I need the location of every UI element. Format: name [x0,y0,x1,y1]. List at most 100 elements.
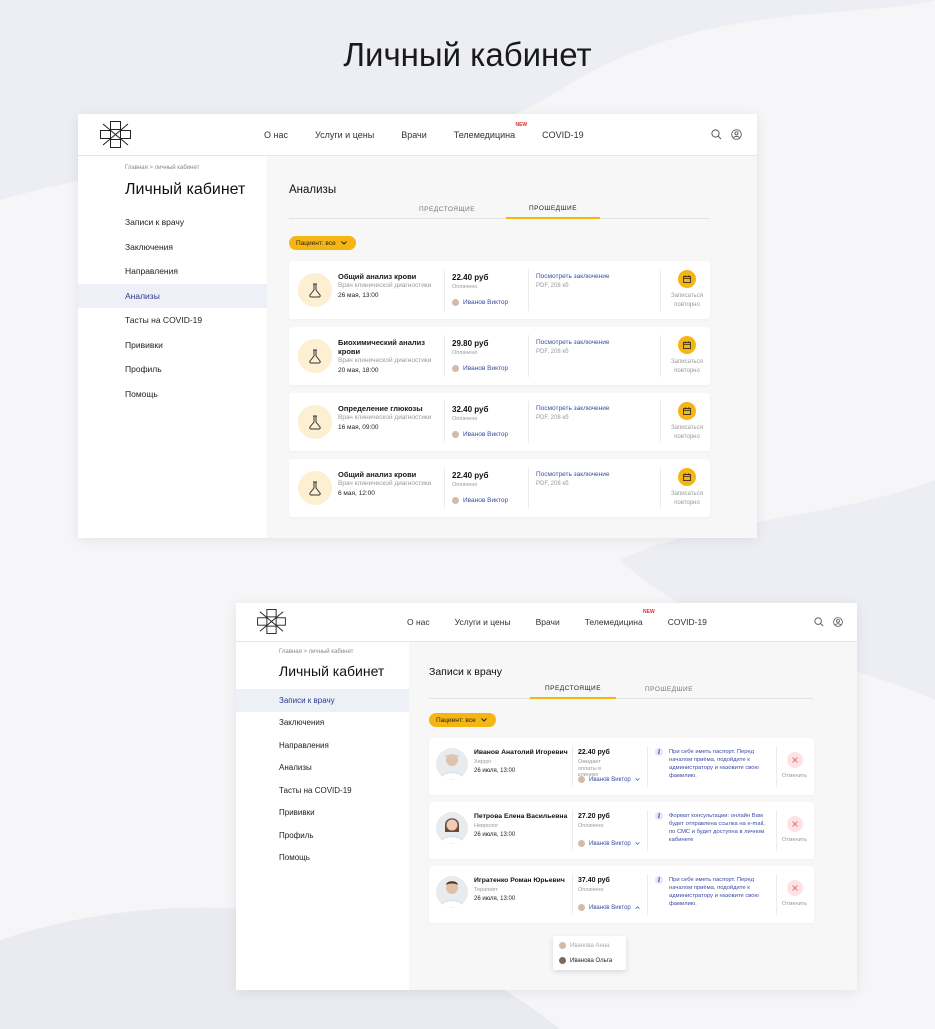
view-conclusion-link[interactable]: Посмотреть заключение [536,405,610,412]
patient-name[interactable]: Иванов Виктор [452,365,508,372]
patient-name[interactable]: Иванов Виктор [452,299,508,306]
calendar-icon[interactable] [678,336,696,354]
user-icon[interactable] [731,129,742,140]
divider [572,874,573,915]
divider [572,746,573,787]
cancel-label[interactable]: Отменить [782,837,807,843]
file-info: PDF, 208 кб [536,415,569,421]
patient-name[interactable]: Иванов Виктор [452,497,508,504]
view-conclusion-link[interactable]: Посмотреть заключение [536,339,610,346]
sidebar-item-vaccinations[interactable]: Прививки [78,333,267,358]
sidebar-item-analyses[interactable]: Анализы [236,757,409,780]
doctor-specialty: Терапевт [474,887,498,893]
chevron-up-icon [635,906,640,909]
avatar [578,904,585,911]
sidebar-item-help[interactable]: Помощь [236,847,409,870]
nav-telemedicine[interactable]: Телемедицина NEW [585,609,655,627]
nav-covid[interactable]: COVID-19 [668,617,707,627]
rebook-label[interactable]: Записаться повторно [662,424,712,442]
nav-doctors[interactable]: Врачи [536,617,560,627]
patient-filter[interactable]: Пациент: все [289,236,356,250]
tab-past[interactable]: ПРОШЕДШИЕ [506,200,600,219]
calendar-icon[interactable] [678,468,696,486]
patient-selector[interactable]: Иванов Виктор [578,840,640,847]
search-icon[interactable] [711,129,722,140]
doctor-specialty: Невролог [474,823,499,829]
info-icon: i [655,876,663,884]
tab-upcoming[interactable]: ПРЕДСТОЯЩИЕ [530,680,616,699]
sidebar-item-referrals[interactable]: Направления [78,259,267,284]
nav-covid[interactable]: COVID-19 [542,130,584,140]
appointment-card: Игратенко Роман Юрьевич Терапевт 26 июля… [429,866,814,923]
avatar [578,840,585,847]
sidebar-item-referrals[interactable]: Направления [236,734,409,757]
patient-selector[interactable]: Иванов Виктор [578,904,640,911]
sidebar-item-profile[interactable]: Профиль [236,824,409,847]
doctor-photo [436,876,468,908]
sidebar-item-appointments[interactable]: Записи к врачу [78,210,267,235]
new-badge: NEW [515,121,528,128]
sidebar-item-covid-tests[interactable]: Тасты на COVID-19 [236,779,409,802]
nav-about[interactable]: О нас [407,617,430,627]
breadcrumb[interactable]: Главная > личный кабинет [279,649,353,655]
test-tube-icon [298,405,332,439]
nav-telemedicine[interactable]: Телемедицина NEW [454,122,527,140]
close-icon[interactable] [787,752,803,768]
test-tube-icon [298,273,332,307]
tab-upcoming[interactable]: ПРЕДСТОЯЩИЕ [396,200,498,219]
site-header: О нас Услуги и цены Врачи Телемедицина NE… [236,603,857,642]
nav-services[interactable]: Услуги и цены [315,130,374,140]
cancel-label[interactable]: Отменить [782,901,807,907]
logo-icon[interactable] [100,121,131,148]
sidebar-item-analyses[interactable]: Анализы [78,283,267,308]
nav-about[interactable]: О нас [264,130,288,140]
appointment-info: Формат консультации: онлайн Вам будет от… [669,813,765,843]
sidebar-item-appointments[interactable]: Записи к врачу [236,689,409,712]
analysis-name: Определение глюкозы [338,404,423,413]
close-icon[interactable] [787,816,803,832]
calendar-icon[interactable] [678,270,696,288]
sidebar-item-vaccinations[interactable]: Прививки [236,802,409,825]
tab-past[interactable]: ПРОШЕДШИЕ [626,680,712,699]
nav-doctors[interactable]: Врачи [401,130,427,140]
doctor-photo [436,748,468,780]
dropdown-option[interactable]: Иванова Анна [553,938,626,953]
sidebar-item-conclusions[interactable]: Заключения [78,235,267,260]
screen-appointments: О нас Услуги и цены Врачи Телемедицина NE… [236,603,857,990]
price: 22.40 руб [452,273,489,282]
dropdown-option[interactable]: Иванова Ольга [553,953,626,968]
patient-selector[interactable]: Иванов Виктор [578,776,640,783]
cancel-label[interactable]: Отменить [782,773,807,779]
appointment-card: Петрова Елена Васильевна Невролог 26 июл… [429,802,814,859]
rebook-label[interactable]: Записаться повторно [662,490,712,508]
view-conclusion-link[interactable]: Посмотреть заключение [536,273,610,280]
user-icon[interactable] [833,617,843,627]
patient-filter[interactable]: Пациент: все [429,713,496,727]
payment-status: Оплачено [578,823,604,829]
chevron-down-icon [635,778,640,781]
sidebar-item-help[interactable]: Помощь [78,382,267,407]
doctor-name[interactable]: Иванов Анатолий Игоревич [474,749,568,756]
close-icon[interactable] [787,880,803,896]
rebook-label[interactable]: Записаться повторно [662,358,712,376]
doctor-name[interactable]: Петрова Елена Васильевна [474,813,567,820]
payment-status: Оплачено [452,416,478,422]
search-icon[interactable] [814,617,824,627]
analysis-date: 20 мая, 18:00 [338,367,379,374]
chevron-down-icon [340,241,347,245]
patient-name[interactable]: Иванов Виктор [452,431,508,438]
sidebar-item-conclusions[interactable]: Заключения [236,712,409,735]
logo-icon[interactable] [257,609,286,634]
nav-services[interactable]: Услуги и цены [455,617,511,627]
breadcrumb[interactable]: Главная > личный кабинет [125,165,199,171]
divider [528,335,529,377]
sidebar-title: Личный кабинет [279,663,385,679]
view-conclusion-link[interactable]: Посмотреть заключение [536,471,610,478]
rebook-label[interactable]: Записаться повторно [662,292,712,310]
sidebar-item-profile[interactable]: Профиль [78,357,267,382]
doctor-name[interactable]: Игратенко Роман Юрьевич [474,877,565,884]
avatar [452,365,459,372]
sidebar-item-covid-tests[interactable]: Тасты на COVID-19 [78,308,267,333]
main-nav: О нас Услуги и цены Врачи Телемедицина NE… [264,114,611,155]
calendar-icon[interactable] [678,402,696,420]
